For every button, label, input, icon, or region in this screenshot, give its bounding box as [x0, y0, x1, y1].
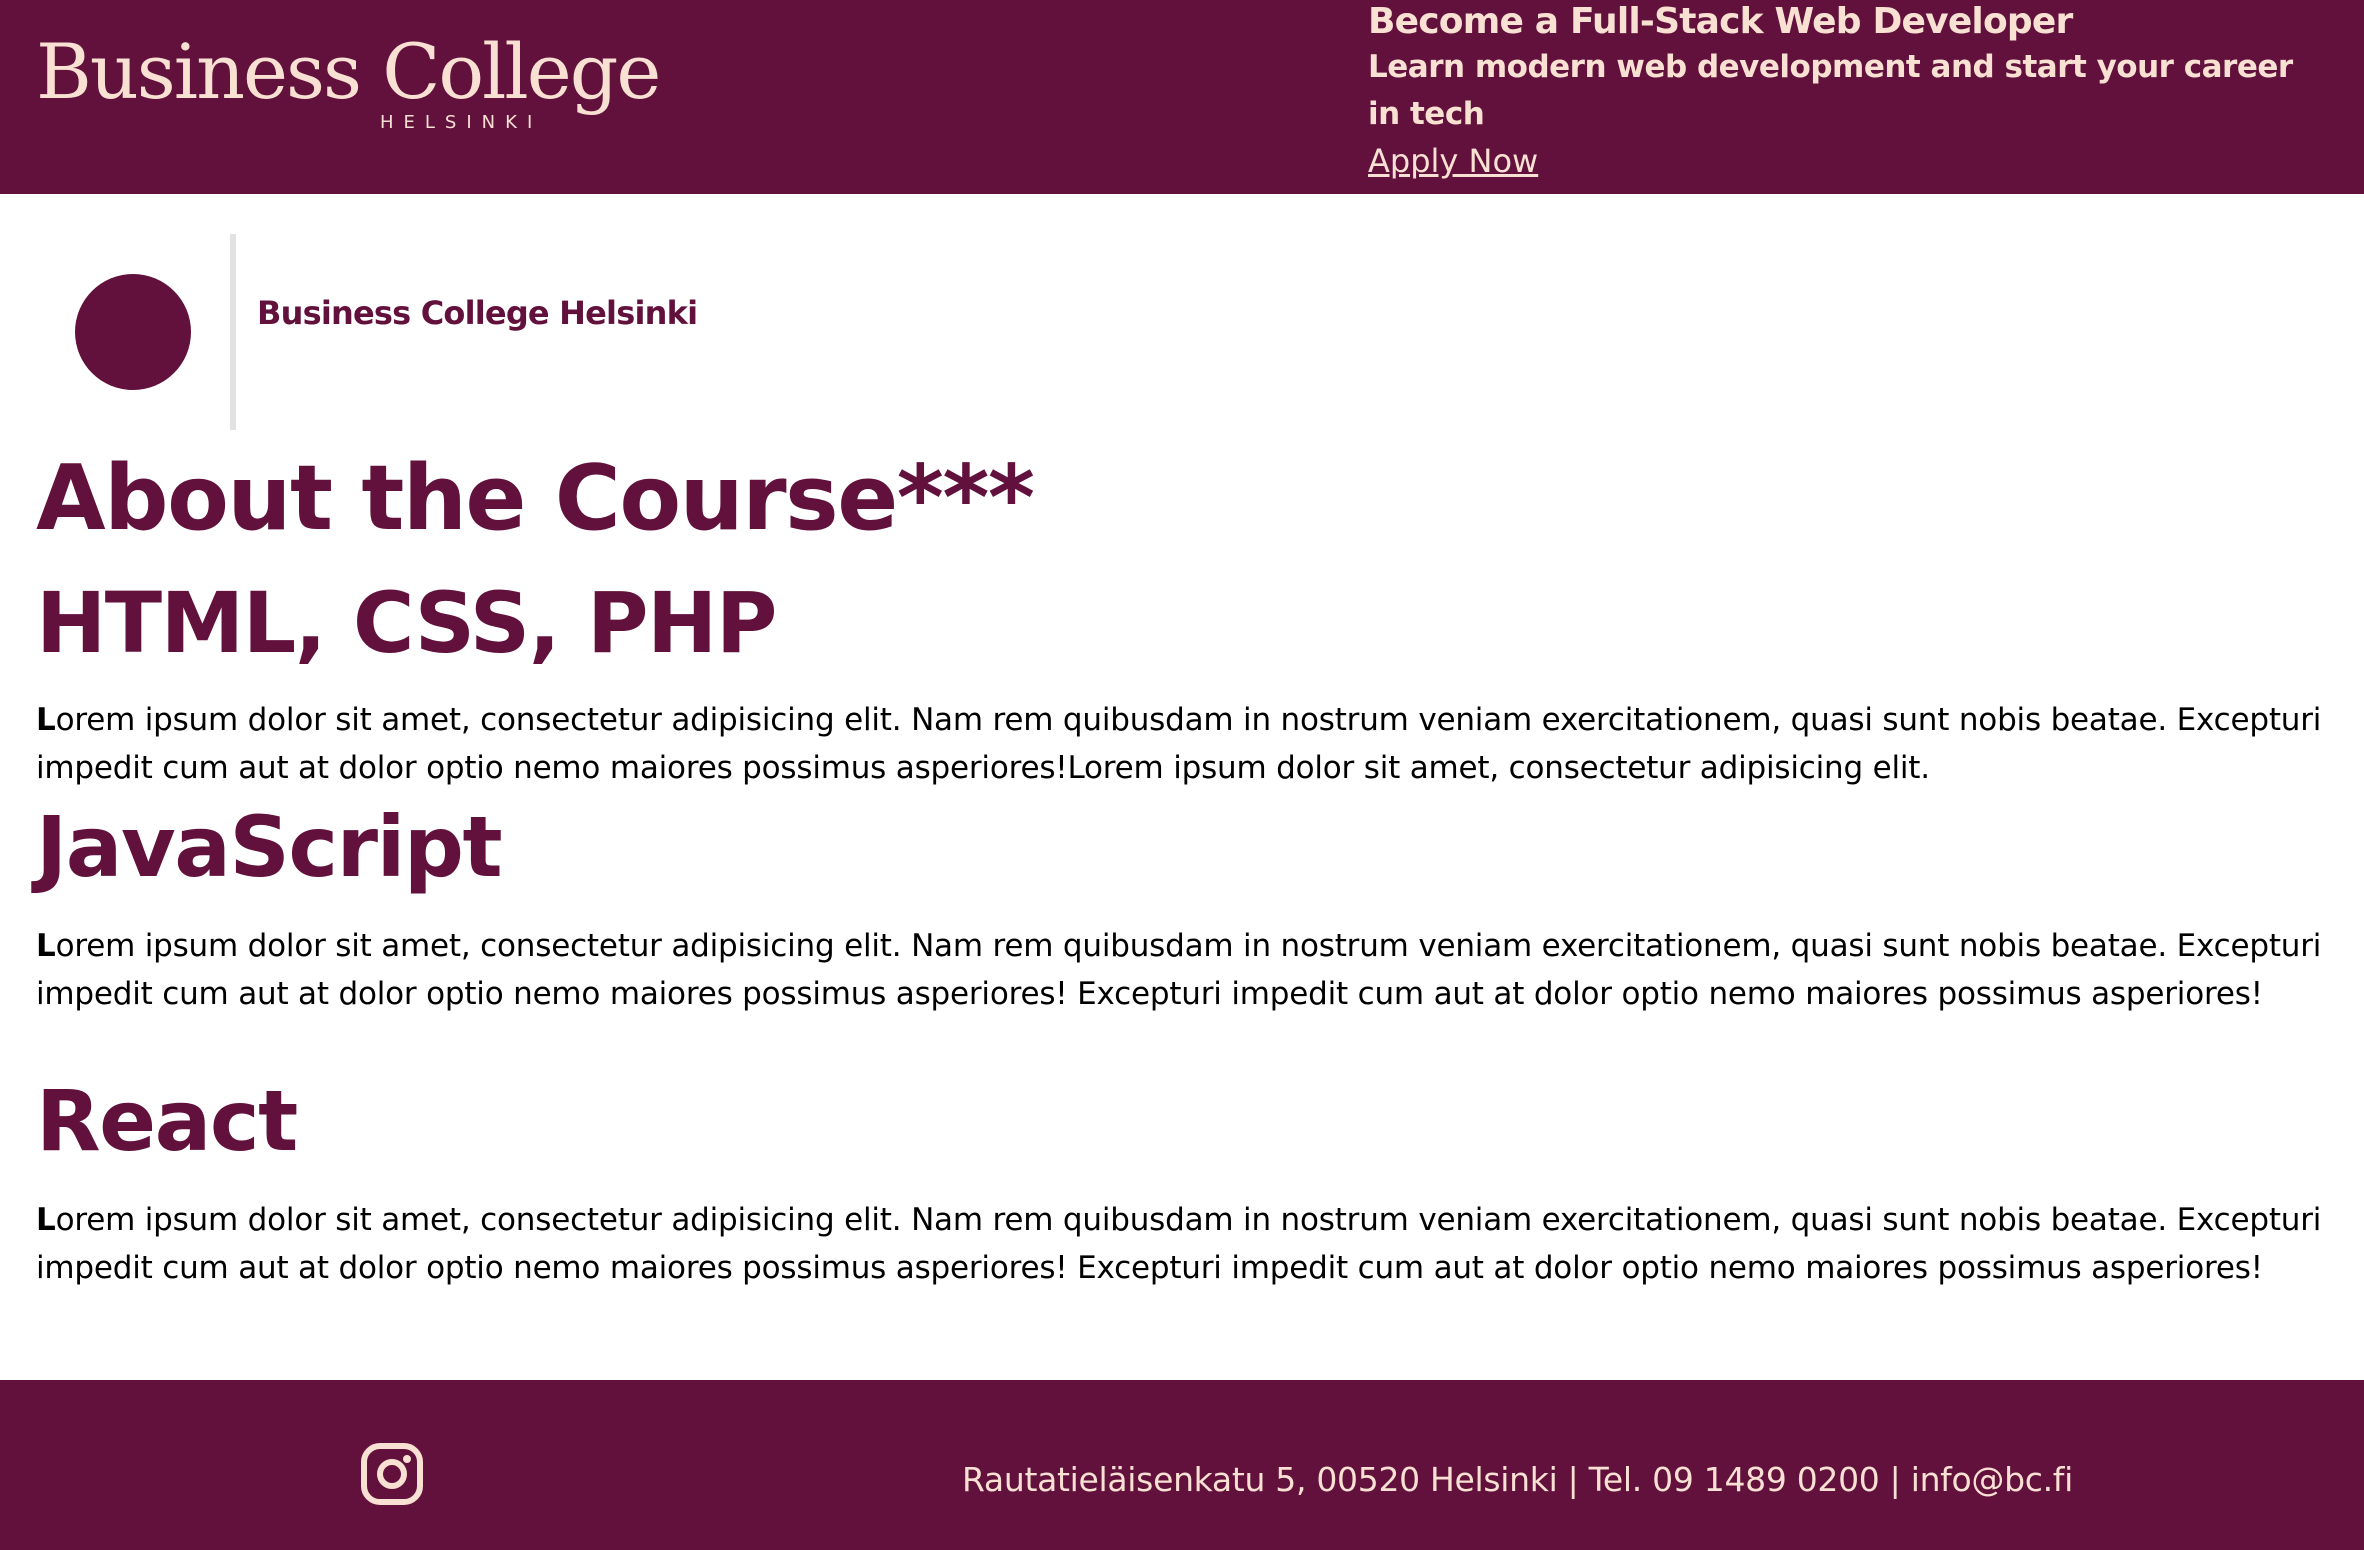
site-footer: Rautatieläisenkatu 5, 00520 Helsinki | T… [0, 1380, 2364, 1550]
logo-wordmark: Business College [36, 27, 661, 116]
section-title-html-css-php: HTML, CSS, PHP [36, 574, 777, 672]
section-title-javascript: JavaScript [36, 798, 503, 896]
contact-info: Rautatieläisenkatu 5, 00520 Helsinki | T… [962, 1460, 2073, 1499]
promo-title: Become a Full-Stack Web Developer [1368, 1, 2073, 42]
drop-letter: L [36, 928, 56, 964]
brand-name: Business College Helsinki [257, 294, 698, 332]
section-text-html-css-php: Lorem ipsum dolor sit amet, consectetur … [36, 696, 2336, 792]
paragraph-text: orem ipsum dolor sit amet, consectetur a… [36, 1202, 2322, 1286]
logo-city: HELSINKI [380, 112, 543, 133]
brand-row: Business College Helsinki [0, 194, 2364, 434]
section-text-react: Lorem ipsum dolor sit amet, consectetur … [36, 1196, 2336, 1292]
brand-avatar [75, 274, 191, 390]
section-text-javascript: Lorem ipsum dolor sit amet, consectetur … [36, 922, 2336, 1018]
college-logo[interactable]: Business College HELSINKI [36, 22, 661, 142]
section-title-react: React [36, 1072, 298, 1170]
paragraph-text: orem ipsum dolor sit amet, consectetur a… [36, 702, 2322, 786]
site-header: Business College HELSINKI Become a Full-… [0, 0, 2364, 194]
paragraph-text: orem ipsum dolor sit amet, consectetur a… [36, 928, 2322, 1012]
instagram-icon[interactable] [360, 1442, 424, 1506]
promo-subtitle: Learn modern web development and start y… [1368, 49, 2293, 132]
drop-letter: L [36, 702, 56, 738]
drop-letter: L [36, 1202, 56, 1238]
promo-banner: Become a Full-Stack Web Developer Learn … [1368, 0, 2308, 184]
brand-divider [230, 234, 236, 430]
page-title: About the Course*** [36, 446, 1035, 551]
apply-now-link[interactable]: Apply Now [1368, 138, 1538, 184]
